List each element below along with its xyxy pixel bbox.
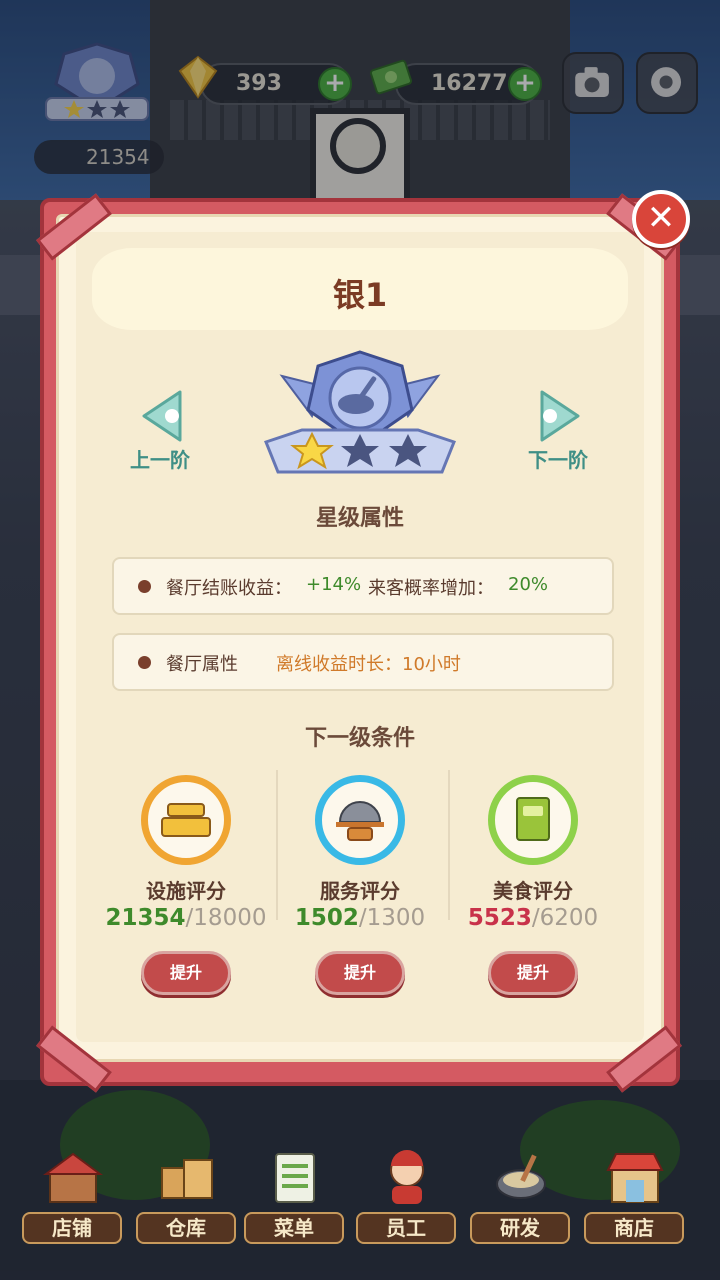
service-score-current: 1502 <box>294 905 359 931</box>
research-icon <box>496 1154 546 1199</box>
warehouse-icon <box>161 1159 213 1199</box>
facility-score-target: /18000 <box>185 905 267 931</box>
menu-icon <box>275 1153 315 1203</box>
checkout-income-label: 餐厅结账收益： <box>166 578 292 599</box>
nav-staff[interactable]: 员工 <box>356 1140 456 1250</box>
service-score-target: /1300 <box>358 905 426 931</box>
food-score-label: 美食评分 <box>493 879 573 903</box>
close-button[interactable]: ✕ <box>632 190 690 248</box>
store-icon <box>606 1153 664 1203</box>
recipe-book-icon <box>516 797 550 841</box>
next-level-conditions-title: 下一级条件 <box>304 726 415 751</box>
staff-icon <box>390 1150 424 1204</box>
nav-menu[interactable]: 菜单 <box>244 1140 344 1250</box>
next-rank-label[interactable]: 下一阶 <box>508 444 608 473</box>
attribute-row: 餐厅结账收益： +14% 来客概率增加： 20% <box>112 557 614 615</box>
next-rank-arrow-icon[interactable] <box>526 386 586 446</box>
silver-rank-badge-icon <box>264 350 456 474</box>
facility-score-progress: 21354/18000 <box>101 905 271 931</box>
bullet-dot <box>138 580 151 593</box>
nav-research-label: 研发 <box>470 1212 570 1244</box>
guest-rate-label: 来客概率增加： <box>368 578 494 599</box>
food-ring <box>488 775 578 865</box>
attribute-row: 餐厅属性 离线收益时长：10小时 <box>112 633 614 691</box>
facility-requirement: 设施评分 21354/18000 提升 <box>101 775 271 1005</box>
nav-staff-label: 员工 <box>356 1212 456 1244</box>
restaurant-attribute-label: 餐厅属性 <box>166 654 238 675</box>
nav-warehouse[interactable]: 仓库 <box>136 1140 236 1250</box>
checkout-income-value: +14% <box>306 574 362 595</box>
nav-shop-label: 店铺 <box>22 1212 122 1244</box>
service-score-label: 服务评分 <box>320 879 400 903</box>
guest-rate-value: 20% <box>508 574 549 595</box>
facility-ring <box>141 775 231 865</box>
nav-warehouse-label: 仓库 <box>136 1212 236 1244</box>
food-score-target: /6200 <box>531 905 599 931</box>
service-icon <box>336 801 384 841</box>
nav-shop[interactable]: 店铺 <box>22 1140 122 1250</box>
nav-store[interactable]: 商店 <box>584 1140 684 1250</box>
nav-store-label: 商店 <box>584 1212 684 1244</box>
upgrade-food-button[interactable]: 提升 <box>488 951 578 995</box>
facility-score-label: 设施评分 <box>146 879 226 903</box>
facility-score-current: 21354 <box>105 905 186 931</box>
upgrade-service-button[interactable]: 提升 <box>315 951 405 995</box>
rank-title: 银1 <box>332 276 388 314</box>
food-requirement: 美食评分 5523/6200 提升 <box>448 775 618 1005</box>
star-attributes-title: 星级属性 <box>315 506 404 531</box>
food-score-current: 5523 <box>467 905 532 931</box>
upgrade-facility-button[interactable]: 提升 <box>141 951 231 995</box>
previous-rank-arrow-icon[interactable] <box>136 386 196 446</box>
food-score-progress: 5523/6200 <box>448 905 618 931</box>
nav-research[interactable]: 研发 <box>470 1140 570 1250</box>
facility-icon <box>161 803 211 837</box>
service-score-progress: 1502/1300 <box>275 905 445 931</box>
bullet-dot <box>138 656 151 669</box>
shop-icon <box>42 1152 104 1203</box>
previous-rank-label[interactable]: 上一阶 <box>110 444 210 473</box>
offline-income-duration: 离线收益时长：10小时 <box>276 654 461 675</box>
nav-menu-label: 菜单 <box>244 1212 344 1244</box>
service-ring <box>315 775 405 865</box>
service-requirement: 服务评分 1502/1300 提升 <box>275 775 445 1005</box>
